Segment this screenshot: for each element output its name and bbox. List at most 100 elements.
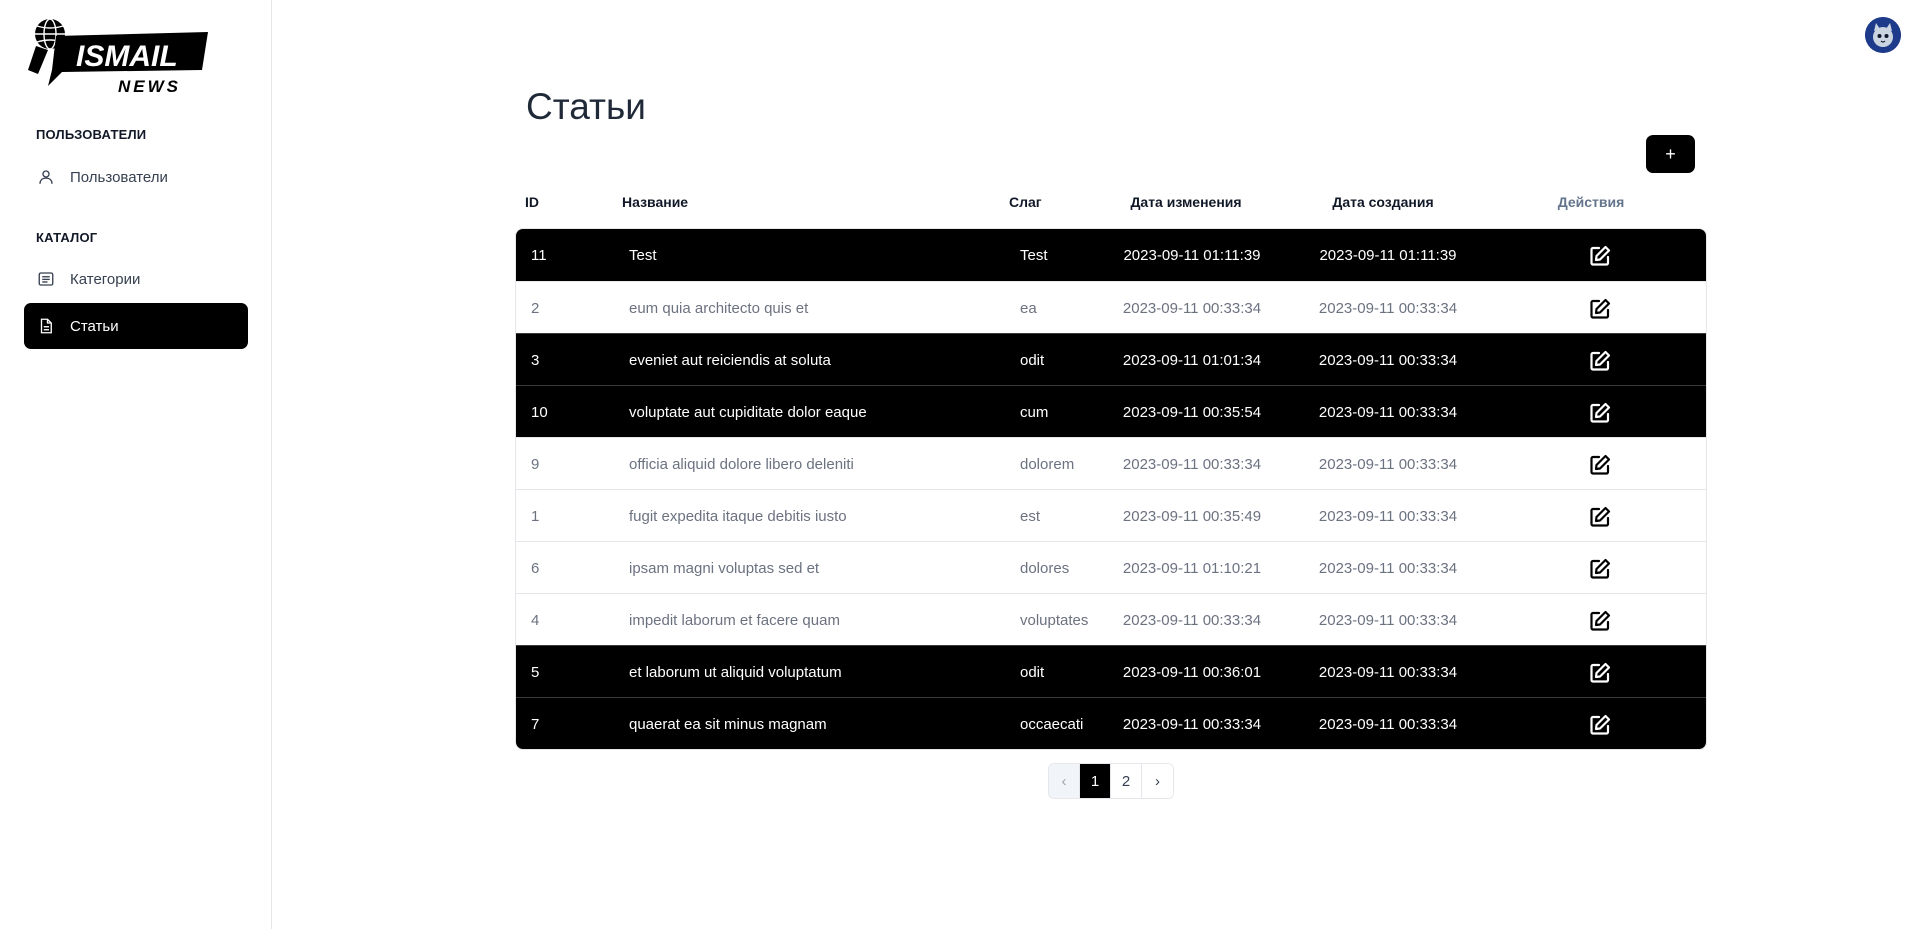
sidebar-item-categories[interactable]: Категории — [24, 256, 248, 302]
cell-name: eveniet aut reiciendis at soluta — [629, 351, 831, 369]
cell-created: 2023-09-11 00:33:34 — [1318, 715, 1458, 733]
edit-button[interactable] — [1586, 503, 1614, 531]
table-row: 1 fugit expedita itaque debitis iusto est 2… — [516, 489, 1706, 541]
sidebar-item-label: Категории — [70, 270, 141, 288]
cell-updated: 2023-09-11 00:35:54 — [1122, 403, 1262, 421]
sidebar-item-articles[interactable]: Статьи — [24, 303, 248, 349]
cell-slug: cum — [1020, 403, 1049, 421]
cell-name: quaerat ea sit minus magnam — [629, 715, 827, 733]
cell-id: 6 — [531, 559, 540, 577]
table-row: 3 eveniet aut reiciendis at soluta odit 202… — [516, 333, 1706, 385]
cell-updated: 2023-09-11 01:11:39 — [1123, 246, 1261, 264]
edit-icon — [1590, 558, 1611, 579]
edit-icon — [1590, 454, 1611, 475]
cell-name: officia aliquid dolore libero deleniti — [629, 455, 854, 473]
cell-created: 2023-09-11 00:33:34 — [1318, 351, 1458, 369]
cell-slug: est — [1020, 507, 1041, 525]
cell-created: 2023-09-11 00:33:34 — [1318, 299, 1458, 317]
cell-slug: occaecati — [1020, 715, 1084, 733]
cell-name: ipsam magni voluptas sed et — [629, 559, 820, 577]
table-row: 4 impedit laborum et facere quam voluptate… — [516, 593, 1706, 645]
cell-name: fugit expedita itaque debitis iusto — [629, 507, 847, 525]
cell-created: 2023-09-11 00:33:34 — [1318, 559, 1458, 577]
edit-button[interactable] — [1586, 347, 1614, 375]
table-row: 5 et laborum ut aliquid voluptatum odit 202… — [516, 645, 1706, 697]
edit-button[interactable] — [1586, 659, 1614, 687]
edit-button[interactable] — [1586, 607, 1614, 635]
cell-id: 1 — [531, 507, 540, 525]
pagination: ‹ 1 2 › — [1048, 763, 1174, 799]
cell-slug: voluptates — [1020, 611, 1089, 629]
table-row: 11 Test Test 2023-09-11 01:11:39 2023-09-11 … — [516, 229, 1706, 281]
page-title: Статьи — [526, 86, 646, 127]
edit-button[interactable] — [1586, 711, 1614, 739]
column-header-updated: Дата изменения — [1130, 194, 1242, 210]
edit-button[interactable] — [1586, 295, 1614, 323]
column-header-id: ID — [525, 194, 539, 210]
cell-created: 2023-09-11 00:33:34 — [1318, 403, 1458, 421]
pagination-next-button[interactable]: › — [1142, 764, 1173, 798]
edit-icon — [1590, 506, 1611, 527]
table-row: 7 quaerat ea sit minus magnam occaecati 202… — [516, 697, 1706, 749]
sidebar-item-label: Пользователи — [70, 168, 168, 186]
edit-button[interactable] — [1586, 399, 1614, 427]
avatar[interactable] — [1865, 17, 1901, 53]
cell-id: 11 — [531, 246, 547, 264]
column-header-name: Название — [622, 194, 689, 210]
brand-logo[interactable]: ISMAIL NEWS — [22, 14, 210, 96]
edit-button[interactable] — [1586, 555, 1614, 583]
edit-button[interactable] — [1586, 242, 1614, 270]
pagination-page-1[interactable]: 1 — [1080, 764, 1111, 798]
edit-icon — [1590, 298, 1611, 319]
cell-updated: 2023-09-11 00:33:34 — [1122, 299, 1262, 317]
table-header: ID Название Слаг Дата изменения Дата соз… — [515, 176, 1707, 228]
cell-id: 2 — [531, 299, 540, 317]
cell-id: 9 — [531, 455, 540, 473]
cell-created: 2023-09-11 01:11:39 — [1319, 246, 1457, 264]
cell-name: voluptate aut cupiditate dolor eaque — [629, 403, 867, 421]
user-icon — [36, 167, 56, 187]
cell-updated: 2023-09-11 00:33:34 — [1122, 611, 1262, 629]
cell-id: 3 — [531, 351, 540, 369]
list-icon — [36, 269, 56, 289]
edit-icon — [1590, 662, 1611, 683]
cell-updated: 2023-09-11 01:01:34 — [1122, 351, 1262, 369]
cell-created: 2023-09-11 00:33:34 — [1318, 455, 1458, 473]
cell-updated: 2023-09-11 00:33:34 — [1122, 715, 1262, 733]
cell-name: et laborum ut aliquid voluptatum — [629, 663, 842, 681]
logo-title: ISMAIL — [76, 40, 178, 73]
articles-table: ID Название Слаг Дата изменения Дата соз… — [515, 176, 1707, 750]
pagination-page-2[interactable]: 2 — [1111, 764, 1142, 798]
cell-slug: dolorem — [1020, 455, 1075, 473]
pagination-prev-button[interactable]: ‹ — [1049, 764, 1080, 798]
table-row: 2 eum quia architecto quis et ea 2023-09-11… — [516, 281, 1706, 333]
cell-id: 5 — [531, 663, 540, 681]
section-title-users: ПОЛЬЗОВАТЕЛИ — [36, 127, 147, 142]
column-header-slug: Слаг — [1009, 194, 1042, 210]
add-article-button[interactable]: + — [1646, 135, 1695, 173]
cell-slug: ea — [1020, 299, 1037, 317]
cell-updated: 2023-09-11 01:10:21 — [1122, 559, 1262, 577]
table-row: 9 officia aliquid dolore libero deleniti d… — [516, 437, 1706, 489]
edit-icon — [1590, 245, 1611, 266]
edit-button[interactable] — [1586, 451, 1614, 479]
logo-subtitle: NEWS — [118, 77, 181, 94]
cell-id: 10 — [531, 403, 548, 421]
column-header-created: Дата создания — [1332, 194, 1434, 210]
cell-slug: Test — [1020, 246, 1048, 264]
edit-icon — [1590, 402, 1611, 423]
cell-id: 7 — [531, 715, 540, 733]
cell-slug: dolores — [1020, 559, 1070, 577]
edit-icon — [1590, 350, 1611, 371]
cell-created: 2023-09-11 00:33:34 — [1318, 507, 1458, 525]
table-row: 10 voluptate aut cupiditate dolor eaque cu… — [516, 385, 1706, 437]
edit-icon — [1590, 610, 1611, 631]
sidebar-item-users[interactable]: Пользователи — [24, 154, 248, 200]
cell-slug: odit — [1020, 663, 1045, 681]
cell-updated: 2023-09-11 00:35:49 — [1122, 507, 1262, 525]
cell-name: eum quia architecto quis et — [629, 299, 809, 317]
document-icon — [36, 316, 56, 336]
table-row: 6 ipsam magni voluptas sed et dolores 2023-… — [516, 541, 1706, 593]
cell-updated: 2023-09-11 00:33:34 — [1122, 455, 1262, 473]
edit-icon — [1590, 714, 1611, 735]
